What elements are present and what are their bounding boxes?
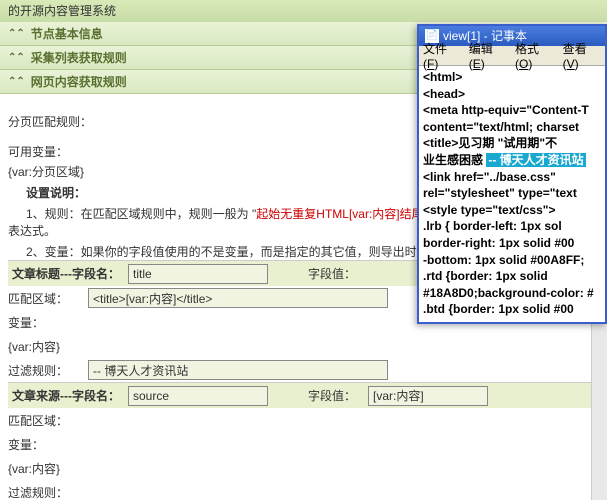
var-content-row: {var:内容} (8, 456, 599, 480)
var-content-row: {var:内容} (8, 334, 599, 358)
field-value-label: 字段值： (308, 265, 356, 282)
var-label: 可用变量： (8, 143, 68, 160)
collapse-icon: ⌃⌃ (8, 52, 25, 63)
panel-label: 采集列表获取规则 (31, 49, 127, 66)
panel-label: 节点基本信息 (31, 25, 103, 42)
section-label: 文章来源--- (12, 389, 72, 403)
menu-format[interactable]: 格式(O) (515, 40, 555, 71)
var-content: {var:内容} (8, 460, 60, 477)
paging-rule-label: 分页匹配规则： (8, 113, 92, 130)
variable-label: 变量： (8, 436, 88, 453)
menu-edit[interactable]: 编辑(E) (469, 40, 507, 71)
app-title: 的开源内容管理系统 (8, 4, 116, 18)
variable-row: 变量： (8, 432, 599, 456)
menu-file[interactable]: 文件(F) (423, 40, 461, 71)
title-filter-input[interactable] (88, 360, 388, 380)
filter-rule-row: 过滤规则： (8, 480, 599, 500)
match-area-label: 匹配区域： (8, 412, 88, 429)
field-name-label: 字段名： (72, 389, 120, 403)
var-content: {var:内容} (8, 338, 60, 355)
filter-label: 过滤规则： (8, 362, 88, 379)
collapse-icon: ⌃⌃ (8, 76, 25, 87)
menu-view[interactable]: 查看(V) (563, 40, 601, 71)
field-value-label: 字段值： (308, 387, 356, 404)
panel-label: 网页内容获取规则 (31, 73, 127, 90)
filter-label: 过滤规则： (8, 484, 88, 500)
source-value-input[interactable] (368, 386, 488, 406)
variable-label: 变量： (8, 314, 88, 331)
match-area-row: 匹配区域： (8, 408, 599, 432)
app-title-bar: 的开源内容管理系统 (0, 0, 607, 22)
var-value: {var:分页区域} (8, 163, 84, 180)
notepad-body[interactable]: <html> <head> <meta http-equiv="Content-… (419, 66, 605, 322)
match-area-label: 匹配区域： (8, 290, 88, 307)
collapse-icon: ⌃⌃ (8, 28, 25, 39)
notepad-window[interactable]: 📄 view[1] - 记事本 文件(F) 编辑(E) 格式(O) 查看(V) … (417, 24, 607, 324)
highlighted-text: -- 博天人才资讯站 (486, 153, 585, 167)
article-source-row: 文章来源---字段名： 字段值： (8, 382, 599, 408)
field-name-label: 字段名： (72, 267, 120, 281)
source-name-input[interactable] (128, 386, 268, 406)
notepad-menubar: 文件(F) 编辑(E) 格式(O) 查看(V) (419, 46, 605, 66)
filter-rule-row: 过滤规则： (8, 358, 599, 382)
title-name-input[interactable] (128, 264, 268, 284)
section-label: 文章标题--- (12, 267, 72, 281)
title-match-input[interactable] (88, 288, 388, 308)
